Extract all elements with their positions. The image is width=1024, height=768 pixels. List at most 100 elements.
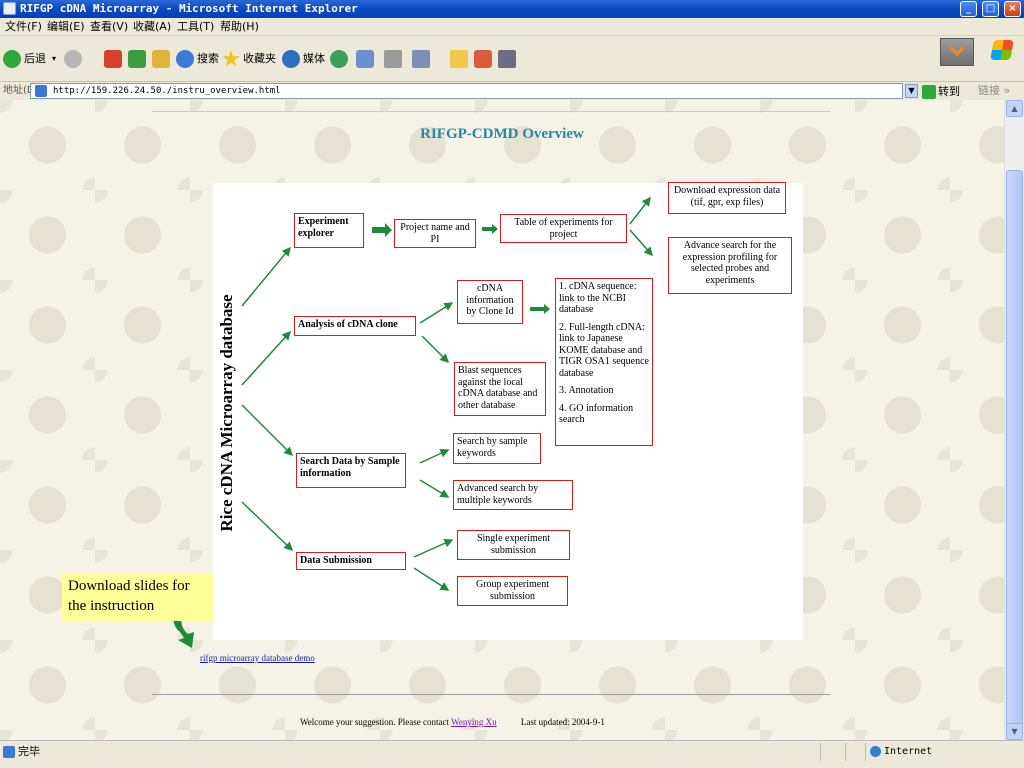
demo-link[interactable]: rifgp microarray database demo: [200, 653, 315, 663]
scroll-down-button[interactable]: ▼: [1006, 723, 1023, 740]
print-icon: [384, 50, 402, 68]
vertical-scrollbar[interactable]: ▲ ▼: [1004, 100, 1024, 740]
page-title: RIFGP-CDMD Overview: [420, 126, 584, 142]
search-label: 搜索: [197, 52, 219, 65]
cdna-detail-2: 2. Full-length cDNA: link to Japanese KO…: [559, 321, 649, 379]
throbber-icon: [940, 38, 974, 66]
back-button[interactable]: 后退 ▾: [3, 49, 56, 69]
group-submission-box: Group experiment submission: [457, 576, 568, 606]
menu-edit[interactable]: 编辑(E): [47, 18, 85, 36]
menu-help[interactable]: 帮助(H): [220, 18, 259, 36]
last-updated: Last updated: 2004-9-1: [520, 717, 605, 727]
back-label: 后退: [24, 52, 46, 65]
stop-icon: [104, 50, 122, 68]
forward-button[interactable]: [64, 49, 85, 69]
window-titlebar: RIFGP cDNA Microarray - Microsoft Intern…: [0, 0, 1024, 18]
home-button[interactable]: [152, 49, 173, 69]
search-button[interactable]: 搜索: [176, 49, 219, 69]
messenger-icon: [474, 50, 492, 68]
history-button[interactable]: [330, 49, 351, 69]
print-button[interactable]: [384, 49, 405, 69]
windows-logo-icon: [990, 40, 1014, 60]
search-data-box[interactable]: Search Data by Sample information: [296, 453, 406, 488]
cdna-info-box: cDNA information by Clone Id: [457, 280, 523, 324]
calculator-icon: [498, 50, 516, 68]
search-keywords-box: Search by sample keywords: [453, 433, 541, 464]
page-status-icon: [3, 746, 15, 758]
refresh-icon: [128, 50, 146, 68]
folder-button[interactable]: [450, 49, 471, 69]
scroll-up-button[interactable]: ▲: [1006, 100, 1023, 117]
address-url: http://159.226.24.50./instru_overview.ht…: [53, 86, 281, 96]
media-button[interactable]: 媒体: [282, 49, 325, 69]
status-separator: [820, 743, 821, 761]
address-input[interactable]: http://159.226.24.50./instru_overview.ht…: [30, 83, 903, 99]
go-label: 转到: [938, 85, 960, 98]
advanced-search-keywords-box: Advanced search by multiple keywords: [453, 480, 573, 510]
home-icon: [152, 50, 170, 68]
page-viewport: RIFGP-CDMD Overview Rice cDNA Microarray…: [0, 100, 1004, 740]
menu-favorites[interactable]: 收藏(A): [133, 18, 171, 36]
forward-arrow-icon: [64, 50, 82, 68]
search-icon: [176, 50, 194, 68]
edit-icon: [412, 50, 430, 68]
mail-button[interactable]: [356, 49, 377, 69]
security-zone: Internet: [870, 741, 932, 763]
maximize-button[interactable]: □: [982, 1, 999, 17]
window-title: RIFGP cDNA Microarray - Microsoft Intern…: [20, 2, 358, 15]
cdna-detail-1: 1. cDNA sequence: link to the NCBI datab…: [559, 281, 637, 315]
advance-search-profiling-box: Advance search for the expression profil…: [668, 237, 792, 294]
history-icon: [330, 50, 348, 68]
status-separator: [845, 743, 846, 761]
favorites-label: 收藏夹: [243, 52, 276, 65]
download-expression-box: Download expression data (tif, gpr, exp …: [668, 182, 786, 214]
globe-icon: [870, 745, 881, 757]
table-experiments-box: Table of experiments for project: [500, 214, 627, 243]
ie-icon: [3, 2, 16, 15]
close-button[interactable]: ×: [1004, 1, 1021, 17]
project-name-box: Project name and PI: [394, 219, 476, 248]
calc-button[interactable]: [498, 49, 519, 69]
footer-text: Welcome your suggestion. Please contact: [300, 717, 449, 727]
menu-tools[interactable]: 工具(T): [177, 18, 214, 36]
links-button[interactable]: 链接 »: [978, 82, 1010, 100]
footer-divider: [152, 694, 830, 695]
go-button[interactable]: 转到: [922, 83, 960, 101]
data-submission-box[interactable]: Data Submission: [296, 552, 406, 570]
contact-link[interactable]: Wenying Xu: [451, 717, 497, 727]
folder-icon: [450, 50, 468, 68]
status-text: 完毕: [18, 745, 40, 758]
blast-box: Blast sequences against the local cDNA d…: [454, 362, 546, 416]
analysis-cdna-box[interactable]: Analysis of cDNA clone: [294, 316, 416, 336]
download-slides-callout: Download slides for the instruction: [62, 573, 213, 621]
menu-view[interactable]: 查看(V): [90, 18, 128, 36]
messenger-button[interactable]: [474, 49, 495, 69]
favorites-button[interactable]: 收藏夹: [222, 49, 276, 69]
address-dropdown-icon[interactable]: ▼: [905, 84, 918, 98]
menu-bar: 文件(F) 编辑(E) 查看(V) 收藏(A) 工具(T) 帮助(H): [0, 18, 1024, 36]
go-arrow-icon: [922, 85, 936, 99]
media-label: 媒体: [303, 52, 325, 65]
refresh-button[interactable]: [128, 49, 149, 69]
edit-button[interactable]: [412, 49, 433, 69]
page-icon: [35, 85, 47, 97]
stop-button[interactable]: [104, 49, 125, 69]
footer: Welcome your suggestion. Please contact …: [300, 717, 605, 727]
cdna-detail-3: 3. Annotation: [559, 385, 614, 396]
zone-label: Internet: [884, 746, 933, 757]
media-icon: [282, 50, 300, 68]
vertical-database-label: Rice cDNA Microarray database: [217, 294, 236, 532]
status-separator: [865, 743, 866, 761]
star-icon: [222, 50, 240, 67]
menu-file[interactable]: 文件(F): [5, 18, 42, 36]
mail-icon: [356, 50, 374, 68]
minimize-button[interactable]: _: [960, 1, 977, 17]
scroll-thumb[interactable]: [1006, 170, 1023, 730]
back-arrow-icon: [3, 50, 21, 68]
status-bar: 完毕 Internet: [0, 740, 1024, 768]
cdna-detail-4: 4. GO information search: [559, 402, 634, 426]
chevron-down-icon: ▾: [52, 54, 57, 63]
single-submission-box: Single experiment submission: [457, 530, 570, 560]
cdna-details-box: 1. cDNA sequence: link to the NCBI datab…: [555, 278, 653, 446]
experiment-explorer-box[interactable]: Experiment explorer: [294, 213, 364, 248]
